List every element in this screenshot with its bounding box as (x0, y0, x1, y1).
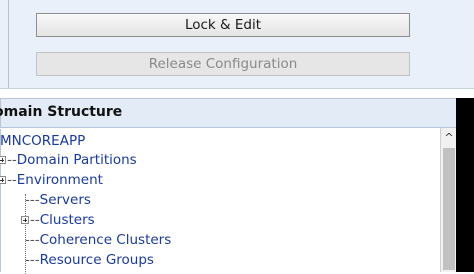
tree-item-domain-partitions[interactable]: --Domain Partitions (0, 152, 137, 168)
tree-item-environment[interactable]: --Environment (0, 172, 103, 188)
tree-connector: --- (25, 232, 40, 248)
tree-item-clusters[interactable]: --Clusters (21, 212, 95, 228)
tree-connector: --- (25, 252, 40, 268)
window-edge (456, 98, 474, 272)
scroll-up-icon[interactable]: ^ (443, 132, 455, 144)
domain-structure-panel: omain Structure MNCOREAPP --Domain Parti… (0, 98, 474, 274)
lock-edit-button[interactable]: Lock & Edit (36, 13, 410, 37)
tree-connector: -- (30, 212, 40, 228)
domain-structure-header: omain Structure (0, 98, 456, 128)
domain-structure-title: omain Structure (0, 104, 123, 120)
tree-connector: -- (7, 172, 17, 188)
scroll-thumb[interactable] (443, 148, 455, 270)
tree-item-label: Resource Groups (39, 252, 154, 268)
tree-item-servers[interactable]: ---Servers (25, 192, 91, 208)
tree-root-mncoreapp[interactable]: MNCOREAPP (0, 133, 85, 149)
tree-item-label: Clusters (39, 212, 95, 228)
expand-icon[interactable] (0, 156, 6, 164)
tree-item-label: Servers (39, 192, 91, 208)
tree-item-coherence-clusters[interactable]: ---Coherence Clusters (25, 232, 171, 248)
change-center-panel: Lock & Edit Release Configuration (0, 0, 474, 89)
tree-item-label: Domain Partitions (16, 152, 137, 168)
domain-tree: MNCOREAPP --Domain Partitions --Environm… (0, 129, 441, 274)
expand-icon[interactable] (21, 216, 29, 224)
release-configuration-button[interactable]: Release Configuration (36, 52, 410, 76)
tree-item-label: Coherence Clusters (39, 232, 172, 248)
panel-border (8, 0, 9, 88)
tree-root-label: MNCOREAPP (0, 133, 86, 149)
tree-item-resource-groups[interactable]: ---Resource Groups (25, 252, 154, 268)
tree-connector: -- (7, 152, 17, 168)
collapse-icon[interactable] (0, 176, 6, 184)
tree-scrollbar[interactable]: ^ (440, 128, 457, 272)
tree-item-label: Environment (16, 172, 103, 188)
tree-connector: --- (25, 192, 40, 208)
